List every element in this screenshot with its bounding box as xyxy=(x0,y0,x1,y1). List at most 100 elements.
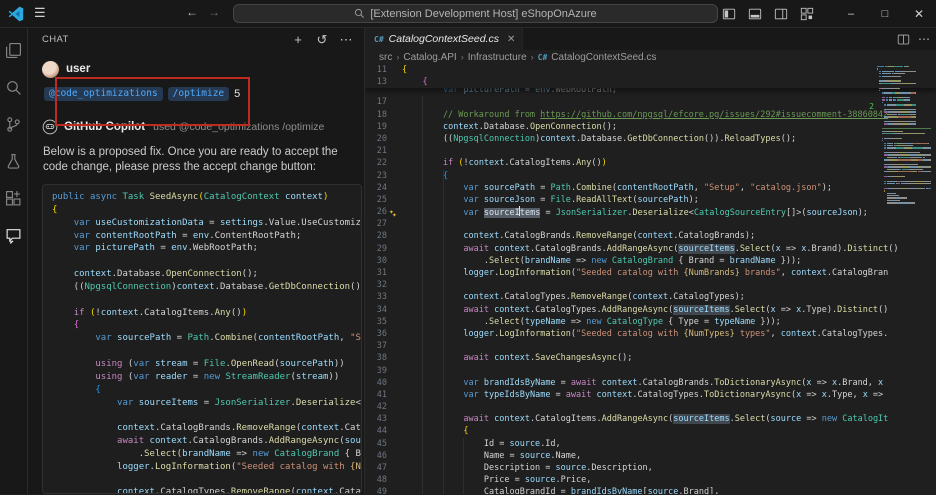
code-line[interactable]: using (var stream = File.OpenRead(source… xyxy=(52,358,361,371)
code-line[interactable]: 41 var typeIdsByName = await context.Cat… xyxy=(365,389,936,401)
code-line[interactable]: logger.LogInformation("Seeded catalog wi… xyxy=(52,461,361,474)
code-line[interactable]: 49 CatalogBrandId = brandIdsByName[sourc… xyxy=(365,486,936,494)
code-line[interactable]: 21 xyxy=(365,145,936,157)
chip-optimize[interactable]: /optimize xyxy=(168,87,229,101)
chip-code-optimizations[interactable]: @code_optimizations xyxy=(44,87,163,101)
code-line[interactable]: ((NpgsqlConnection)context.Database.GetD… xyxy=(52,281,361,294)
code-line[interactable]: 25 var sourceJson = File.ReadAllText(sou… xyxy=(365,194,936,206)
toggle-sidebar-right-icon[interactable] xyxy=(768,3,794,25)
close-button[interactable]: ✕ xyxy=(902,0,936,28)
code-line[interactable]: 24 var sourcePath = Path.Combine(content… xyxy=(365,182,936,194)
minimap[interactable] xyxy=(877,66,931,494)
editor-viewport[interactable]: 11{13 { var picturePath = env.WebRootPat… xyxy=(365,64,936,494)
sidebar-item-explorer[interactable] xyxy=(2,38,26,62)
code-line[interactable] xyxy=(52,294,361,307)
code-line[interactable]: 48 Price = source.Price, xyxy=(365,474,936,486)
split-editor-icon[interactable] xyxy=(897,33,910,46)
code-line[interactable]: 11{ xyxy=(365,64,936,76)
code-line[interactable]: { xyxy=(52,384,361,397)
code-line[interactable]: 39 xyxy=(365,365,936,377)
nav-back-icon[interactable]: ← xyxy=(186,5,198,19)
breadcrumb-infrastructure[interactable]: Infrastructure xyxy=(468,52,527,63)
tab-close-icon[interactable]: ✕ xyxy=(507,34,515,45)
code-line[interactable] xyxy=(52,255,361,268)
copilot-sparkle-icon[interactable]: ✦ xyxy=(387,206,402,218)
code-line[interactable]: 34 await context.CatalogTypes.AddRangeAs… xyxy=(365,304,936,316)
line-number: 19 xyxy=(365,121,387,133)
code-line[interactable]: 31 logger.LogInformation("Seeded catalog… xyxy=(365,267,936,279)
code-line[interactable] xyxy=(52,345,361,358)
code-line[interactable]: 20 ((NpgsqlConnection)context.Database.G… xyxy=(365,133,936,145)
code-line[interactable]: 18 // Workaround from https://github.com… xyxy=(365,109,936,121)
minimize-button[interactable]: – xyxy=(834,0,868,28)
code-line[interactable]: if (!context.CatalogItems.Any()) xyxy=(52,307,361,320)
code-line[interactable]: 37 xyxy=(365,340,936,352)
breadcrumb[interactable]: src› Catalog.API› Infrastructure› C# Cat… xyxy=(365,50,936,64)
code-line[interactable]: context.Database.OpenConnection(); xyxy=(52,268,361,281)
code-line[interactable] xyxy=(52,409,361,422)
command-center[interactable]: [Extension Development Host] eShopOnAzur… xyxy=(233,4,718,23)
code-line[interactable] xyxy=(52,474,361,487)
code-line[interactable]: 47 Description = source.Description, xyxy=(365,462,936,474)
editor-more-actions-icon[interactable]: ⋯ xyxy=(918,32,930,46)
code-line[interactable]: 46 Name = source.Name, xyxy=(365,450,936,462)
code-line[interactable]: { xyxy=(52,204,361,217)
maximize-button[interactable]: □ xyxy=(868,0,902,28)
code-line[interactable]: 27 xyxy=(365,218,936,230)
code-line[interactable]: 23 { xyxy=(365,170,936,182)
code-line[interactable]: using (var reader = new StreamReader(str… xyxy=(52,371,361,384)
code-line[interactable]: 32 xyxy=(365,279,936,291)
chat-history-button[interactable]: ↺ xyxy=(312,31,332,49)
toggle-sidebar-left-icon[interactable] xyxy=(716,3,742,25)
code-line[interactable]: 33 context.CatalogTypes.RemoveRange(cont… xyxy=(365,291,936,303)
chat-code-block[interactable]: public async Task SeedAsync(CatalogConte… xyxy=(42,184,362,494)
code-line[interactable]: 40 var brandIdsByName = await context.Ca… xyxy=(365,377,936,389)
code-line[interactable]: 29 await context.CatalogBrands.AddRangeA… xyxy=(365,243,936,255)
code-line[interactable]: var picturePath = env.WebRootPath; xyxy=(365,88,936,96)
code-line[interactable]: 28 context.CatalogBrands.RemoveRange(con… xyxy=(365,230,936,242)
sidebar-item-search[interactable] xyxy=(2,75,26,99)
code-line[interactable]: var useCustomizationData = settings.Valu… xyxy=(52,217,361,230)
breadcrumb-catalog-api[interactable]: Catalog.API xyxy=(403,52,456,63)
code-line[interactable]: var sourceItems = JsonSerializer.Deseria… xyxy=(52,397,361,410)
code-line[interactable]: { xyxy=(52,319,361,332)
code-line[interactable]: 13 { xyxy=(365,76,936,88)
code-line[interactable]: var contentRootPath = env.ContentRootPat… xyxy=(52,230,361,243)
code-line[interactable]: 38 await context.SaveChangesAsync(); xyxy=(365,352,936,364)
code-line[interactable]: 30 .Select(brandName => new CatalogBrand… xyxy=(365,255,936,267)
customize-layout-icon[interactable] xyxy=(794,3,820,25)
menu-icon[interactable]: ☰ xyxy=(34,5,46,21)
code-line[interactable]: context.CatalogBrands.RemoveRange(contex… xyxy=(52,422,361,435)
code-line[interactable]: public async Task SeedAsync(CatalogConte… xyxy=(52,191,361,204)
sidebar-item-extensions[interactable] xyxy=(2,186,26,210)
code-line[interactable]: context.CatalogTypes.RemoveRange(context… xyxy=(52,486,361,494)
csharp-file-icon: C# xyxy=(538,53,548,62)
toggle-panel-icon[interactable] xyxy=(742,3,768,25)
code-line[interactable]: var sourcePath = Path.Combine(contentRoo… xyxy=(52,332,361,345)
gutter xyxy=(387,96,402,108)
code-line[interactable]: 45 Id = source.Id, xyxy=(365,438,936,450)
chat-more-actions-button[interactable]: ⋯ xyxy=(336,31,356,49)
nav-forward-icon[interactable]: → xyxy=(208,5,220,19)
sidebar-item-chat[interactable] xyxy=(2,223,26,247)
code-line[interactable]: .Select(brandName => new CatalogBrand { … xyxy=(52,448,361,461)
sticky-scroll[interactable]: 11{13 { xyxy=(365,64,936,88)
code-line[interactable]: 17 xyxy=(365,96,936,108)
code-line[interactable]: await context.CatalogBrands.AddRangeAsyn… xyxy=(52,435,361,448)
code-line[interactable]: 42 xyxy=(365,401,936,413)
editor-code-area[interactable]: 1718 // Workaround from https://github.c… xyxy=(365,96,936,494)
breadcrumb-src[interactable]: src xyxy=(379,52,392,63)
code-line[interactable]: 43 await context.CatalogItems.AddRangeAs… xyxy=(365,413,936,425)
code-line[interactable]: 44 { xyxy=(365,425,936,437)
breadcrumb-file[interactable]: CatalogContextSeed.cs xyxy=(551,52,656,63)
code-line[interactable]: 19 context.Database.OpenConnection(); xyxy=(365,121,936,133)
sidebar-item-source-control[interactable] xyxy=(2,112,26,136)
code-line[interactable]: var picturePath = env.WebRootPath; xyxy=(52,242,361,255)
code-line[interactable]: 26✦ var sourceItems = JsonSerializer.Des… xyxy=(365,206,936,218)
code-line[interactable]: 22 if (!context.CatalogItems.Any()) xyxy=(365,157,936,169)
sidebar-item-testing[interactable] xyxy=(2,149,26,173)
code-line[interactable]: 35 .Select(typeName => new CatalogType {… xyxy=(365,316,936,328)
code-line[interactable]: 36 logger.LogInformation("Seeded catalog… xyxy=(365,328,936,340)
tab-catalogcontextseed[interactable]: C# CatalogContextSeed.cs ✕ xyxy=(365,28,523,50)
new-chat-button[interactable]: + xyxy=(288,31,308,49)
